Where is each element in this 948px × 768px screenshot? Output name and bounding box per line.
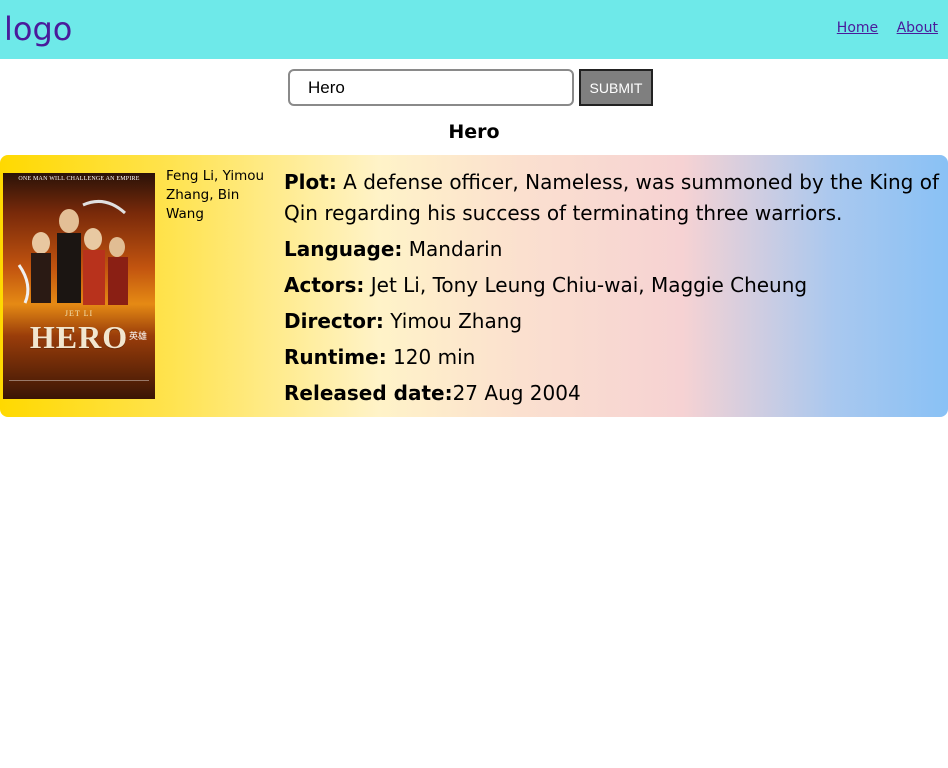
search-input[interactable] [288, 69, 574, 106]
released-row: Released date:27 Aug 2004 [284, 378, 942, 409]
poster-figures [17, 199, 128, 305]
poster-credits [9, 380, 149, 393]
movie-poster: ONE MAN WILL CHALLENGE AN EMPIRE JET LI … [3, 173, 155, 399]
nav-home-link[interactable]: Home [837, 20, 878, 36]
plot-value: A defense officer, Nameless, was summone… [284, 170, 940, 225]
released-value: 27 Aug 2004 [452, 381, 581, 405]
actors-label: Actors: [284, 273, 365, 297]
submit-button[interactable]: SUBMIT [579, 69, 653, 106]
result-title: Hero [448, 121, 500, 143]
nav: Home About [823, 20, 938, 36]
runtime-row: Runtime: 120 min [284, 342, 942, 373]
poster-chinese-title: 英雄 [128, 332, 147, 342]
poster-tagline: ONE MAN WILL CHALLENGE AN EMPIRE [18, 176, 140, 182]
actors-row: Actors: Jet Li, Tony Leung Chiu-wai, Mag… [284, 270, 942, 301]
poster-actor: JET LI [64, 309, 94, 318]
director-row: Director: Yimou Zhang [284, 306, 942, 337]
search-form: SUBMIT [288, 69, 654, 106]
plot-label: Plot: [284, 170, 337, 194]
plot-row: Plot: A defense officer, Nameless, was s… [284, 167, 942, 229]
language-value: Mandarin [402, 237, 503, 261]
writers: Feng Li, Yimou Zhang, Bin Wang [166, 168, 265, 222]
director-value: Yimou Zhang [383, 309, 523, 333]
runtime-value: 120 min [386, 345, 476, 369]
actors-value: Jet Li, Tony Leung Chiu-wai, Maggie Cheu… [364, 273, 808, 297]
language-label: Language: [284, 237, 403, 261]
movie-details: Plot: A defense officer, Nameless, was s… [284, 167, 942, 414]
movie-card: ONE MAN WILL CHALLENGE AN EMPIRE JET LI … [0, 155, 948, 417]
nav-about-link[interactable]: About [897, 20, 938, 36]
header: logo Home About [0, 0, 948, 59]
runtime-label: Runtime: [284, 345, 387, 369]
director-label: Director: [284, 309, 384, 333]
released-label: Released date: [284, 381, 453, 405]
logo[interactable]: logo [4, 10, 72, 48]
language-row: Language: Mandarin [284, 234, 942, 265]
